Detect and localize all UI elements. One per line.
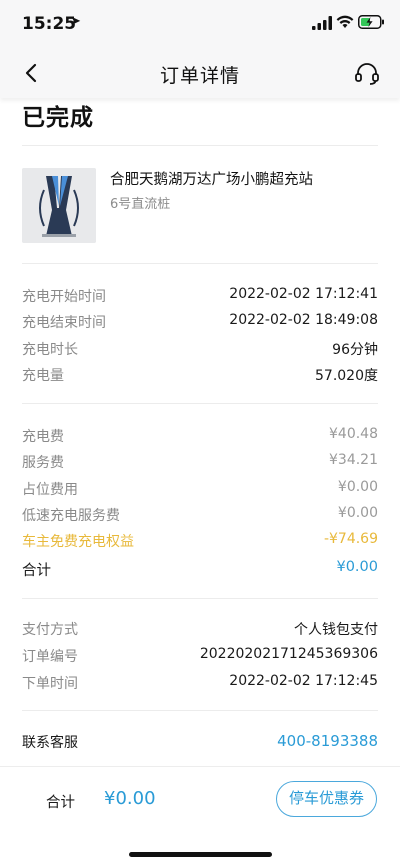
divider	[22, 710, 378, 711]
row-label: 订单编号	[22, 649, 78, 665]
occupancy-fee-row: 占位费用 ¥0.00	[22, 479, 378, 499]
row-label: 支付方式	[22, 622, 78, 638]
home-indicator	[129, 852, 272, 857]
row-label: 占位费用	[22, 482, 78, 498]
payment-method-row: 支付方式 个人钱包支付	[22, 619, 378, 639]
bottom-bar: 合计 ¥0.00 停车优惠券	[0, 766, 400, 866]
divider	[22, 263, 378, 264]
row-label: 服务费	[22, 455, 64, 471]
parking-coupon-button[interactable]: 停车优惠券	[276, 781, 377, 817]
divider	[22, 403, 378, 404]
station-image	[22, 168, 96, 243]
status-time: 15:25	[22, 14, 77, 34]
row-value: 2022-02-02 17:12:45	[229, 673, 378, 689]
bottom-total-amount: ¥0.00	[104, 788, 156, 809]
row-value: ¥34.21	[329, 452, 378, 468]
battery-charging-icon	[358, 15, 384, 29]
total-row: 合计 ¥0.00	[22, 559, 378, 579]
row-value: ¥0.00	[337, 479, 378, 495]
row-value: 个人钱包支付	[294, 622, 378, 638]
station-name: 合肥天鹅湖万达广场小鹏超充站	[110, 172, 313, 188]
row-value: ¥40.48	[329, 426, 378, 442]
row-label: 联系客服	[22, 735, 78, 751]
wifi-icon	[336, 15, 354, 28]
row-value: 20220202171245369306	[199, 646, 378, 662]
charging-pile-label: 6号直流桩	[110, 197, 171, 212]
service-fee-row: 服务费 ¥34.21	[22, 452, 378, 472]
row-label: 充电结束时间	[22, 315, 106, 331]
row-label: 充电量	[22, 368, 64, 384]
divider	[22, 598, 378, 599]
service-phone-link[interactable]: 400-8193388	[277, 732, 378, 750]
page-title: 订单详情	[159, 65, 240, 87]
order-time-row: 下单时间 2022-02-02 17:12:45	[22, 673, 378, 693]
order-status: 已完成	[22, 105, 94, 131]
row-label: 车主免费充电权益	[22, 534, 134, 550]
contact-service-row[interactable]: 联系客服 400-8193388	[22, 732, 378, 752]
row-value: 2022-02-02 17:12:41	[229, 286, 378, 302]
row-value: 2022-02-02 18:49:08	[229, 312, 378, 328]
low-speed-fee-row: 低速充电服务费 ¥0.00	[22, 505, 378, 525]
order-number-row: 订单编号 20220202171245369306	[22, 646, 378, 666]
location-arrow-icon: ➤	[70, 14, 81, 29]
headset-icon[interactable]	[354, 62, 380, 86]
charge-duration-row: 充电时长 96分钟	[22, 339, 378, 359]
cellular-signal-icon	[312, 16, 332, 30]
row-label: 合计	[22, 563, 51, 579]
row-value: 57.020度	[315, 368, 378, 384]
total-amount: ¥0.00	[336, 559, 378, 575]
row-value: ¥0.00	[337, 505, 378, 521]
charge-start-row: 充电开始时间 2022-02-02 17:12:41	[22, 286, 378, 306]
divider	[22, 145, 378, 146]
charging-station-illustration	[22, 168, 96, 243]
charge-fee-row: 充电费 ¥40.48	[22, 426, 378, 446]
bottom-total-label: 合计	[46, 795, 75, 811]
charge-energy-row: 充电量 57.020度	[22, 365, 378, 385]
row-label: 下单时间	[22, 676, 78, 692]
row-label: 充电费	[22, 429, 64, 445]
row-label: 充电时长	[22, 342, 78, 358]
nav-bar: 订单详情	[0, 48, 400, 98]
owner-perk-row: 车主免费充电权益 -¥74.69	[22, 531, 378, 551]
row-label: 低速充电服务费	[22, 508, 120, 524]
row-value: 96分钟	[332, 342, 378, 358]
row-value: -¥74.69	[323, 531, 378, 547]
status-bar: 15:25 ➤	[0, 0, 400, 48]
row-label: 充电开始时间	[22, 289, 106, 305]
charge-end-row: 充电结束时间 2022-02-02 18:49:08	[22, 312, 378, 332]
